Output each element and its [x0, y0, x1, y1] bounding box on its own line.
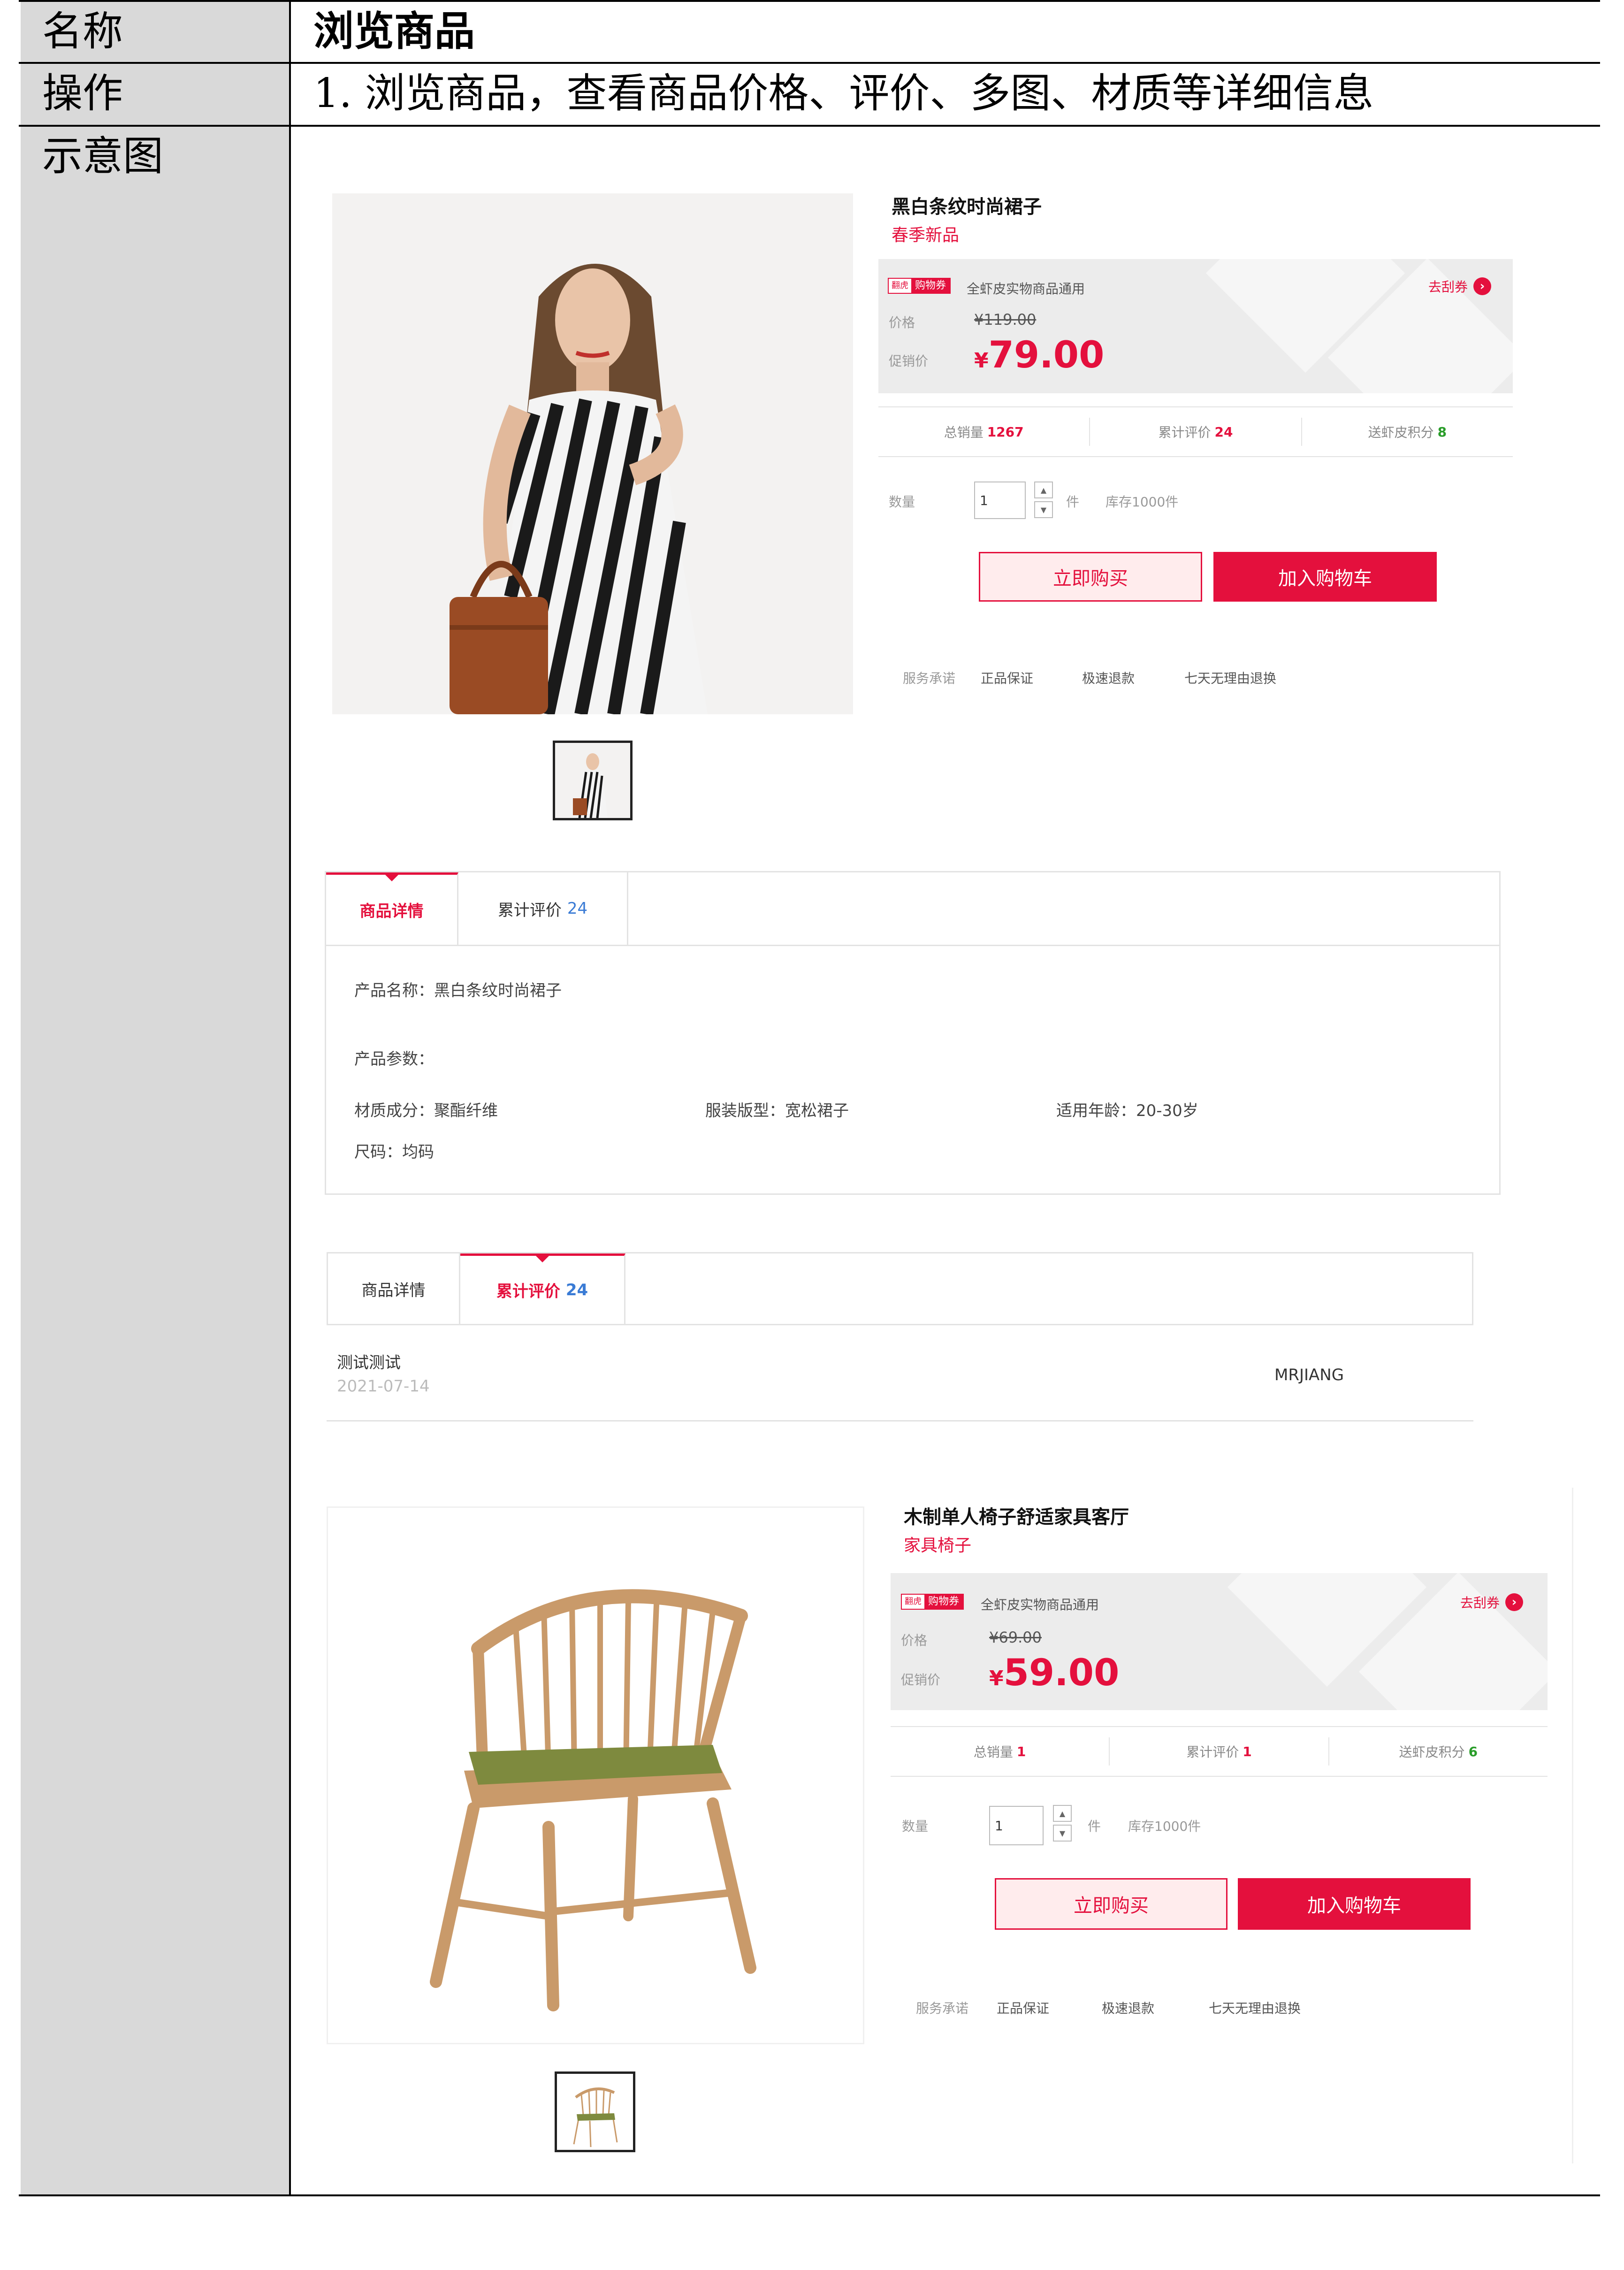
product1-stat-reviews: 累计评价 24 [1090, 418, 1302, 446]
product1-get-coupon-link[interactable]: 去刮券 › [1428, 277, 1492, 296]
tab-product-details-2[interactable]: 商品详情 [328, 1253, 460, 1324]
detail-material: 材质成分：聚酯纤维 [354, 1101, 498, 1120]
product1-buy-now-button[interactable]: 立即购买 [979, 552, 1202, 602]
row-name-value: 浏览商品 [313, 8, 475, 55]
active-tab-arrow-icon [535, 1256, 549, 1262]
product2-service-label: 服务承诺 [916, 2001, 969, 2016]
product1-qty-stepper[interactable]: ▲ ▼ [1034, 482, 1053, 521]
product1-title: 黑白条纹时尚裙子 [892, 196, 1042, 218]
product1-thumbnail[interactable] [553, 741, 633, 820]
table-rule-1 [19, 62, 1600, 64]
product1-stock: 库存1000件 [1106, 494, 1179, 510]
product2-title: 木制单人椅子舒适家具客厅 [904, 1506, 1129, 1528]
product2-price-label: 价格 [901, 1633, 928, 1648]
product2-stat-sales: 总销量 1 [891, 1737, 1110, 1766]
column-separator [289, 0, 291, 2196]
product1-subtitle: 春季新品 [892, 226, 960, 245]
product2-unit: 件 [1088, 1819, 1101, 1834]
tab-reviews[interactable]: 累计评价 24 [458, 872, 628, 945]
product1-price-label: 价格 [889, 315, 915, 330]
product2-stat-points: 送虾皮积分 6 [1399, 1743, 1478, 1760]
product1-stats: 总销量 1267 累计评价 24 送虾皮积分 8 [878, 406, 1513, 457]
product2-coupon-text: 全虾皮实物商品通用 [981, 1597, 1099, 1613]
product1-price-box: 翻虎 购物券 全虾皮实物商品通用 去刮券 › 价格 ¥119.00 促销价 ¥79.… [878, 259, 1513, 393]
product2-stats: 总销量 1 累计评价 1 送虾皮积分 6 [891, 1726, 1548, 1777]
row-operation-label: 操作 [42, 70, 123, 117]
product2-outer-border [1572, 1488, 1573, 2163]
product2-add-cart-button[interactable]: 加入购物车 [1238, 1878, 1471, 1930]
product1-service-3: 七天无理由退换 [1184, 671, 1277, 686]
product2-promo-price: ¥59.00 [989, 1652, 1120, 1694]
detail-product-name: 产品名称：黑白条纹时尚裙子 [354, 981, 562, 1000]
product2-main-image [327, 1506, 864, 2044]
review-user: MRJIANG [1274, 1366, 1344, 1384]
tab-header-divider [326, 945, 1499, 946]
tab-header: 商品详情 累计评价 24 [326, 872, 1499, 945]
review-divider [327, 1420, 1473, 1422]
chevron-up-icon[interactable]: ▲ [1034, 482, 1053, 498]
arrow-right-icon: › [1505, 1593, 1524, 1611]
product1-stat-sales: 总销量 1267 [878, 418, 1090, 446]
product1-promo-label: 促销价 [889, 353, 929, 369]
woman-striped-dress-photo-icon [450, 264, 708, 714]
product1-stat-points: 送虾皮积分 8 [1368, 424, 1447, 441]
product1-coupon-text: 全虾皮实物商品通用 [967, 281, 1085, 297]
product1-service-2: 极速退款 [1082, 671, 1135, 686]
product1-coupon-tag: 翻虎 购物券 [888, 278, 951, 294]
label-column [21, 2, 289, 2195]
wooden-chair-photo-icon [430, 1589, 756, 2011]
chevron-down-icon[interactable]: ▼ [1053, 1825, 1072, 1842]
product1-qty-label: 数量 [889, 494, 915, 510]
product1-service-label: 服务承诺 [903, 671, 956, 686]
product1-add-cart-button[interactable]: 加入购物车 [1213, 552, 1437, 602]
product2-service-3: 七天无理由退换 [1209, 2001, 1301, 2016]
product2-price-box: 翻虎 购物券 全虾皮实物商品通用 去刮券 › 价格 ¥69.00 促销价 ¥59.0… [891, 1573, 1548, 1710]
table-top-rule [19, 0, 1600, 2]
product1-promo-price: ¥79.00 [974, 334, 1105, 376]
product2-service-1: 正品保证 [997, 2001, 1050, 2016]
product2-old-price: ¥69.00 [989, 1628, 1042, 1646]
chevron-down-icon[interactable]: ▼ [1034, 501, 1053, 518]
detail-style: 服装版型：宽松裙子 [705, 1101, 849, 1120]
reviews-tab-header: 商品详情 累计评价 24 [327, 1252, 1473, 1325]
wooden-chair-thumb-icon [573, 2087, 618, 2148]
row-operation-value: 1. 浏览商品，查看商品价格、评价、多图、材质等详细信息 [313, 70, 1374, 117]
details-tab-panel: 商品详情 累计评价 24 产品名称：黑白条纹时尚裙子 产品参数： 材质成分：聚酯纤… [325, 871, 1501, 1195]
product2-buy-now-button[interactable]: 立即购买 [995, 1878, 1228, 1930]
detail-params-label: 产品参数： [354, 1050, 434, 1069]
product2-get-coupon-link[interactable]: 去刮券 › [1460, 1593, 1524, 1612]
product1-unit: 件 [1066, 494, 1080, 510]
product1-qty-input[interactable]: 1 [974, 482, 1026, 519]
chevron-up-icon[interactable]: ▲ [1053, 1805, 1072, 1822]
review-date: 2021-07-14 [337, 1377, 430, 1396]
woman-striped-dress-thumb-icon [573, 753, 608, 818]
product1-service-1: 正品保证 [981, 671, 1034, 686]
product2-stock: 库存1000件 [1128, 1819, 1201, 1834]
review-text: 测试测试 [337, 1353, 401, 1372]
arrow-right-icon: › [1473, 277, 1492, 295]
product2-qty-label: 数量 [902, 1819, 929, 1834]
row-diagram-label: 示意图 [42, 133, 163, 180]
product2-qty-input[interactable]: 1 [989, 1806, 1044, 1845]
table-bottom-rule [19, 2194, 1600, 2196]
row-name-label: 名称 [42, 8, 123, 55]
detail-age: 适用年龄：20-30岁 [1056, 1101, 1198, 1120]
product2-service-2: 极速退款 [1102, 2001, 1155, 2016]
product2-stat-reviews: 累计评价 1 [1110, 1737, 1329, 1766]
product2-qty-stepper[interactable]: ▲ ▼ [1053, 1805, 1072, 1844]
product2-promo-label: 促销价 [901, 1672, 941, 1688]
tab-product-details[interactable]: 商品详情 [326, 872, 458, 945]
detail-size: 尺码：均码 [354, 1143, 434, 1162]
product2-subtitle: 家具椅子 [904, 1536, 972, 1555]
tab-reviews-2[interactable]: 累计评价 24 [460, 1253, 625, 1324]
product1-main-image [332, 193, 853, 714]
active-tab-arrow-icon [385, 875, 398, 881]
product1-old-price: ¥119.00 [974, 311, 1037, 329]
product2-coupon-tag: 翻虎 购物券 [901, 1594, 964, 1610]
table-rule-2 [19, 125, 1600, 127]
product2-thumbnail[interactable] [555, 2071, 635, 2152]
